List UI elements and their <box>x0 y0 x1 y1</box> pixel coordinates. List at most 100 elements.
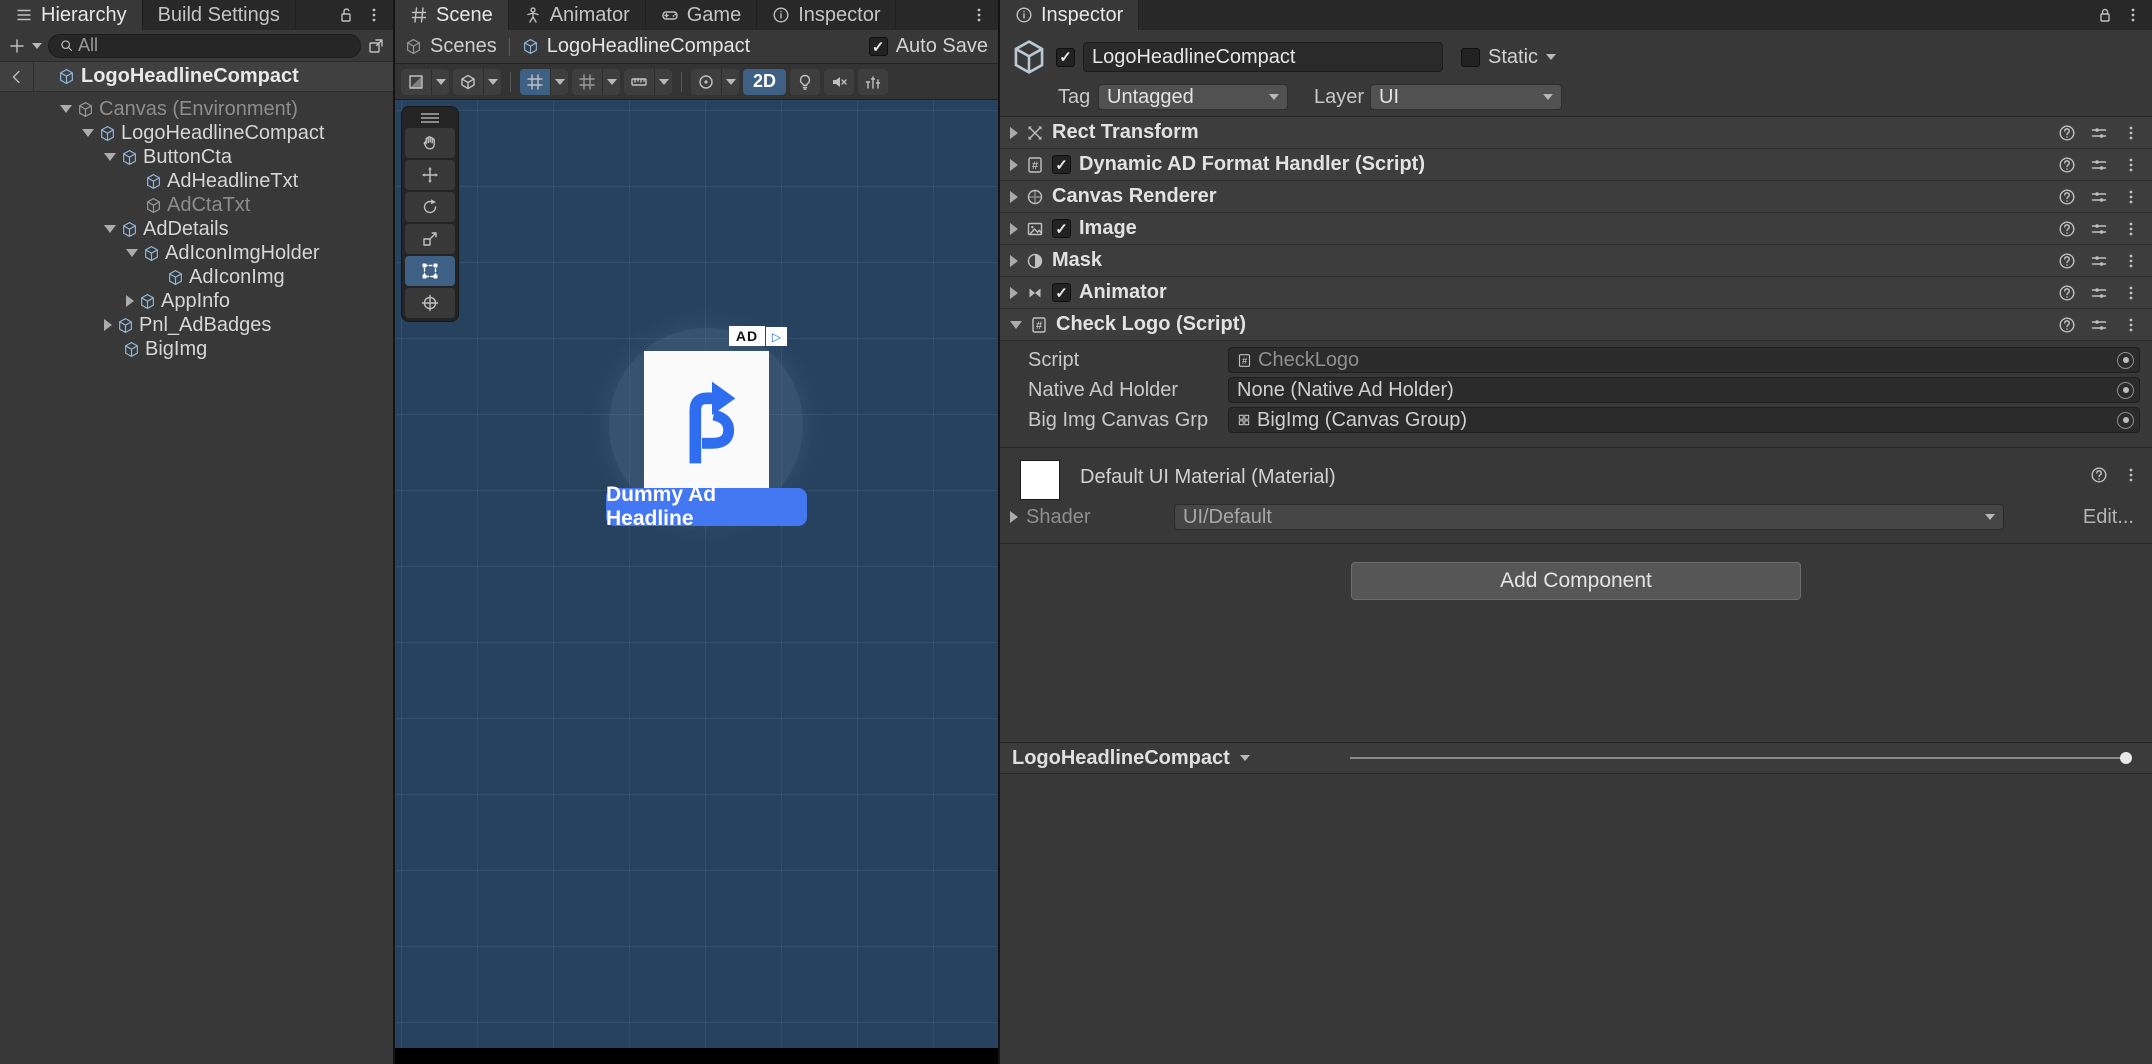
lock-icon[interactable] <box>2096 6 2114 24</box>
component-header-rect-transform[interactable]: Rect Transform <box>1000 117 2152 149</box>
tree-item-adctatxt[interactable]: AdCtaTxt <box>0 193 393 217</box>
material-swatch[interactable] <box>1020 460 1060 500</box>
foldout-icon[interactable] <box>1010 287 1018 299</box>
component-header-check-logo[interactable]: # Check Logo (Script) <box>1000 309 2152 341</box>
scene-viewport[interactable]: AD ▷ Dummy Ad Headline <box>395 100 998 1048</box>
native-ad-holder-field[interactable]: None (Native Ad Holder) <box>1228 377 2140 403</box>
tab-inspector-secondary[interactable]: Inspector <box>757 0 896 30</box>
help-icon[interactable] <box>2058 252 2076 270</box>
help-icon[interactable] <box>2058 284 2076 302</box>
foldout-icon[interactable] <box>104 225 116 233</box>
breadcrumb-scenes[interactable]: Scenes <box>430 35 497 58</box>
object-picker-icon[interactable] <box>2117 352 2134 369</box>
kebab-menu-icon[interactable] <box>2122 220 2140 238</box>
tree-item-addetails[interactable]: AdDetails <box>0 217 393 241</box>
gizmo-3d-dropdown[interactable] <box>453 69 501 95</box>
foldout-icon[interactable] <box>104 319 112 331</box>
add-object-caret[interactable] <box>32 43 42 49</box>
auto-save-checkbox[interactable] <box>869 37 888 56</box>
grid-visibility-dropdown[interactable] <box>520 69 568 95</box>
tree-item-pnl-adbadges[interactable]: Pnl_AdBadges <box>0 313 393 337</box>
component-header-canvas-renderer[interactable]: Canvas Renderer <box>1000 181 2152 213</box>
kebab-menu-icon[interactable] <box>2122 466 2140 484</box>
prefab-back-button[interactable] <box>0 62 34 91</box>
tag-dropdown[interactable]: Untagged <box>1098 84 1288 110</box>
ad-headline-button[interactable]: Dummy Ad Headline <box>606 488 807 526</box>
tree-item-appinfo[interactable]: AppInfo <box>0 289 393 313</box>
tab-inspector[interactable]: Inspector <box>1000 0 1139 30</box>
presets-icon[interactable] <box>2090 220 2108 238</box>
rect-tool-button[interactable] <box>405 256 455 286</box>
foldout-icon[interactable] <box>1010 159 1018 171</box>
component-header-mask[interactable]: Mask <box>1000 245 2152 277</box>
foldout-icon[interactable] <box>1010 191 1018 203</box>
kebab-menu-icon[interactable] <box>2122 156 2140 174</box>
breadcrumb-current-prefab[interactable]: LogoHeadlineCompact <box>547 35 750 58</box>
kebab-menu-icon[interactable] <box>2122 188 2140 206</box>
object-picker-icon[interactable] <box>2117 382 2134 399</box>
static-checkbox[interactable] <box>1461 48 1480 67</box>
gameobject-name-input[interactable] <box>1083 42 1443 72</box>
kebab-menu-icon[interactable] <box>2122 316 2140 334</box>
layer-dropdown[interactable]: UI <box>1370 84 1562 110</box>
hierarchy-search-input[interactable] <box>78 35 350 56</box>
hierarchy-search[interactable] <box>48 34 361 58</box>
add-object-icon[interactable] <box>8 37 26 55</box>
tab-hierarchy[interactable]: Hierarchy <box>0 0 143 30</box>
foldout-icon[interactable] <box>126 295 134 307</box>
static-flags-caret[interactable] <box>1546 54 1556 60</box>
scene-audio-button[interactable] <box>824 69 854 95</box>
help-icon[interactable] <box>2090 466 2108 484</box>
help-icon[interactable] <box>2058 124 2076 142</box>
draw-mode-dropdown[interactable] <box>401 69 449 95</box>
component-header-animator[interactable]: Animator <box>1000 277 2152 309</box>
component-header-dynamic-ad-format-handler[interactable]: # Dynamic AD Format Handler (Script) <box>1000 149 2152 181</box>
foldout-icon[interactable] <box>60 105 72 113</box>
help-icon[interactable] <box>2058 188 2076 206</box>
foldout-icon[interactable] <box>1010 223 1018 235</box>
add-component-button[interactable]: Add Component <box>1351 562 1801 600</box>
snap-increment-dropdown[interactable] <box>624 69 672 95</box>
tree-item-logoheadlinecompact[interactable]: LogoHeadlineCompact <box>0 121 393 145</box>
tree-item-adheadlinetxt[interactable]: AdHeadlineTxt <box>0 169 393 193</box>
foldout-icon[interactable] <box>1010 321 1022 329</box>
kebab-menu-icon[interactable] <box>2124 6 2142 24</box>
tree-item-bigimg[interactable]: BigImg <box>0 337 393 361</box>
kebab-menu-icon[interactable] <box>970 6 988 24</box>
gameobject-icon[interactable] <box>1010 38 1048 76</box>
preview-object-name[interactable]: LogoHeadlineCompact <box>1012 747 1230 770</box>
hand-tool-button[interactable] <box>405 128 455 158</box>
static-toggle[interactable]: Static <box>1461 46 1556 69</box>
foldout-icon[interactable] <box>1010 127 1018 139</box>
presets-icon[interactable] <box>2090 188 2108 206</box>
tab-scene[interactable]: Scene <box>395 0 509 30</box>
foldout-icon[interactable] <box>126 249 138 257</box>
palette-drag-handle[interactable] <box>405 110 455 126</box>
kebab-menu-icon[interactable] <box>2122 124 2140 142</box>
move-tool-button[interactable] <box>405 160 455 190</box>
tree-item-adiconimg[interactable]: AdIconImg <box>0 265 393 289</box>
auto-save-toggle[interactable]: Auto Save <box>869 35 988 58</box>
foldout-icon[interactable] <box>82 129 94 137</box>
kebab-menu-icon[interactable] <box>365 6 383 24</box>
scene-lighting-button[interactable] <box>790 69 820 95</box>
presets-icon[interactable] <box>2090 124 2108 142</box>
preview-dropdown-caret[interactable] <box>1240 755 1250 761</box>
tree-item-buttoncta[interactable]: ButtonCta <box>0 145 393 169</box>
toggle-2d-button[interactable]: 2D <box>743 69 786 95</box>
scale-tool-button[interactable] <box>405 224 455 254</box>
presets-icon[interactable] <box>2090 284 2108 302</box>
snap-grid-dropdown[interactable] <box>572 69 620 95</box>
active-checkbox[interactable] <box>1056 48 1075 67</box>
preview-slider-handle[interactable] <box>2120 752 2132 764</box>
foldout-icon[interactable] <box>1010 511 1018 523</box>
open-search-window-icon[interactable] <box>367 37 385 55</box>
kebab-menu-icon[interactable] <box>2122 284 2140 302</box>
foldout-icon[interactable] <box>1010 255 1018 267</box>
object-picker-icon[interactable] <box>2117 412 2134 429</box>
foldout-icon[interactable] <box>104 153 116 161</box>
presets-icon[interactable] <box>2090 156 2108 174</box>
transform-tool-button[interactable] <box>405 288 455 318</box>
ad-logo-placeholder[interactable] <box>644 351 769 489</box>
tab-build-settings[interactable]: Build Settings <box>143 0 296 30</box>
